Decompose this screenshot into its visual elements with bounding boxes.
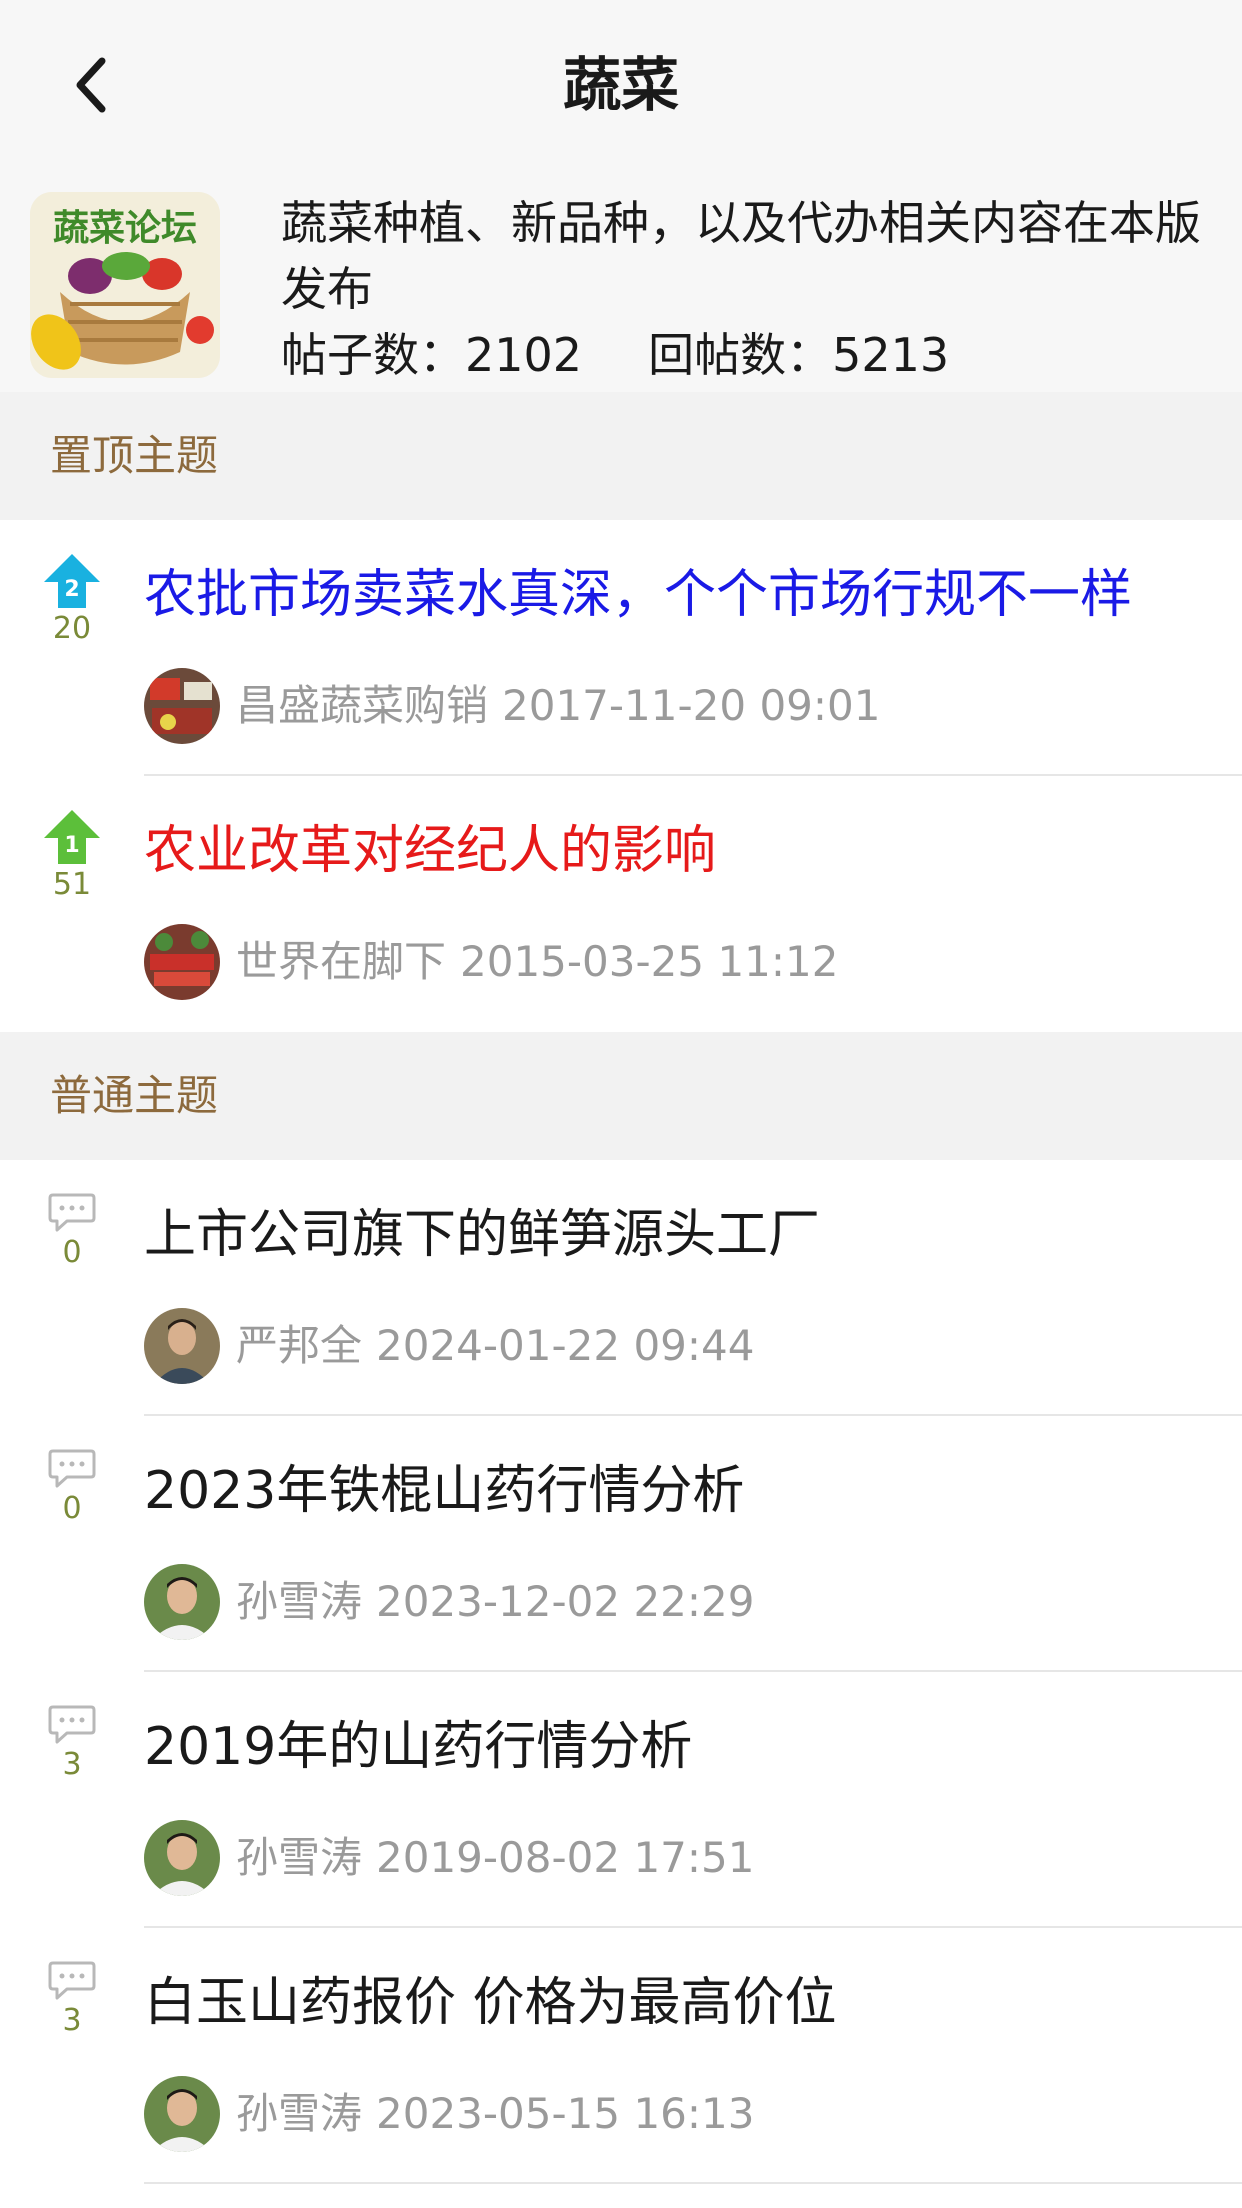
section-header-pinned: 置顶主题 xyxy=(0,392,1242,520)
author-name[interactable]: 孙雪涛 xyxy=(236,1577,362,1626)
rank-badge: 1 51 xyxy=(38,808,106,902)
post-date: 2023-12-02 22:29 xyxy=(376,1577,755,1626)
forum-logo-text: 蔬菜论坛 xyxy=(53,207,197,249)
topic-item[interactable]: 3 白玉山药报价 价格为最高价位 孙雪涛 2023-05-15 16:13 xyxy=(0,1928,1242,2184)
avatar[interactable] xyxy=(144,668,220,744)
comment-icon xyxy=(48,1961,96,2000)
topic-title[interactable]: 农批市场卖菜水真深，个个市场行规不一样 xyxy=(144,560,1132,630)
reply-count: 3 xyxy=(62,2003,82,2038)
reply-indicator: 3 xyxy=(38,1704,106,1782)
nav-bar: 蔬菜 xyxy=(0,0,1242,160)
topic-title[interactable]: 上市公司旗下的鲜笋源头工厂 xyxy=(144,1200,820,1270)
post-date: 2024-01-22 09:44 xyxy=(376,1321,755,1370)
pinned-topic-item[interactable]: 1 51 农业改革对经纪人的影响 世界在脚下 2015-03-25 11:12 xyxy=(0,776,1242,1032)
author-name[interactable]: 孙雪涛 xyxy=(236,1833,362,1882)
reply-count: 0 xyxy=(62,1235,82,1270)
topic-meta: 昌盛蔬菜购销 2017-11-20 09:01 xyxy=(236,671,881,741)
reply-count: 20 xyxy=(52,611,92,646)
reply-count: 3 xyxy=(62,1747,82,1782)
reply-indicator: 0 xyxy=(38,1448,106,1526)
reply-count: 0 xyxy=(62,1491,82,1526)
topic-item[interactable]: 0 2023年铁棍山药行情分析 孙雪涛 2023-12-02 22:29 xyxy=(0,1416,1242,1672)
forum-description: 蔬菜种植、新品种，以及代办相关内容在本版发布 xyxy=(281,196,1201,316)
post-date: 2023-05-15 16:13 xyxy=(376,2089,755,2138)
avatar[interactable] xyxy=(144,924,220,1000)
comment-icon xyxy=(48,1193,96,1232)
post-date: 2019-08-02 17:51 xyxy=(376,1833,755,1882)
topic-title[interactable]: 2019年的山药行情分析 xyxy=(144,1712,692,1782)
topic-meta: 严邦全 2024-01-22 09:44 xyxy=(236,1311,755,1381)
topic-meta: 世界在脚下 2015-03-25 11:12 xyxy=(236,927,839,997)
topic-title[interactable]: 白玉山药报价 价格为最高价位 xyxy=(144,1968,837,2038)
avatar[interactable] xyxy=(144,2076,220,2152)
avatar[interactable] xyxy=(144,1820,220,1896)
topic-title[interactable]: 2023年铁棍山药行情分析 xyxy=(144,1456,744,1526)
section-header-normal: 普通主题 xyxy=(0,1032,1242,1160)
post-count: 帖子数：2102 xyxy=(281,328,583,382)
pinned-topic-item[interactable]: 2 20 农批市场卖菜水真深，个个市场行规不一样 昌盛蔬菜购销 2017-11-2… xyxy=(0,520,1242,776)
svg-text:2: 2 xyxy=(64,577,79,602)
comment-icon xyxy=(48,1449,96,1488)
divider xyxy=(144,2182,1242,2184)
topic-meta: 孙雪涛 2023-05-15 16:13 xyxy=(236,2079,755,2149)
author-name[interactable]: 世界在脚下 xyxy=(236,937,446,986)
topic-item[interactable]: 0 上市公司旗下的鲜笋源头工厂 严邦全 2024-01-22 09:44 xyxy=(0,1160,1242,1416)
post-date: 2017-11-20 09:01 xyxy=(502,681,881,730)
topic-item[interactable]: 3 2019年的山药行情分析 孙雪涛 2019-08-02 17:51 xyxy=(0,1672,1242,1928)
post-date: 2015-03-25 11:12 xyxy=(460,937,839,986)
forum-info: 蔬菜论坛 蔬菜种植、新品种，以及代办相关内容在本版发布 帖子数：2102 回帖数：… xyxy=(0,160,1242,392)
reply-indicator: 0 xyxy=(38,1192,106,1270)
comment-icon xyxy=(48,1705,96,1744)
rank-badge: 2 20 xyxy=(38,552,106,646)
page-title: 蔬菜 xyxy=(562,51,679,119)
reply-indicator: 3 xyxy=(38,1960,106,2038)
rank-up-arrow-icon: 1 xyxy=(44,810,100,864)
topic-meta: 孙雪涛 2023-12-02 22:29 xyxy=(236,1567,755,1637)
section-title: 置顶主题 xyxy=(50,431,219,480)
author-name[interactable]: 昌盛蔬菜购销 xyxy=(236,681,488,730)
topic-title[interactable]: 农业改革对经纪人的影响 xyxy=(144,816,716,886)
avatar[interactable] xyxy=(144,1308,220,1384)
author-name[interactable]: 严邦全 xyxy=(236,1321,362,1370)
reply-count: 回帖数：5213 xyxy=(648,328,950,382)
topic-meta: 孙雪涛 2019-08-02 17:51 xyxy=(236,1823,755,1893)
section-title: 普通主题 xyxy=(50,1071,219,1120)
forum-logo: 蔬菜论坛 xyxy=(30,192,220,378)
avatar[interactable] xyxy=(144,1564,220,1640)
svg-text:1: 1 xyxy=(64,833,79,858)
rank-up-arrow-icon: 2 xyxy=(44,554,100,608)
reply-count: 51 xyxy=(52,867,92,902)
author-name[interactable]: 孙雪涛 xyxy=(236,2089,362,2138)
forum-stats: 帖子数：2102 回帖数：5213 xyxy=(281,322,949,388)
